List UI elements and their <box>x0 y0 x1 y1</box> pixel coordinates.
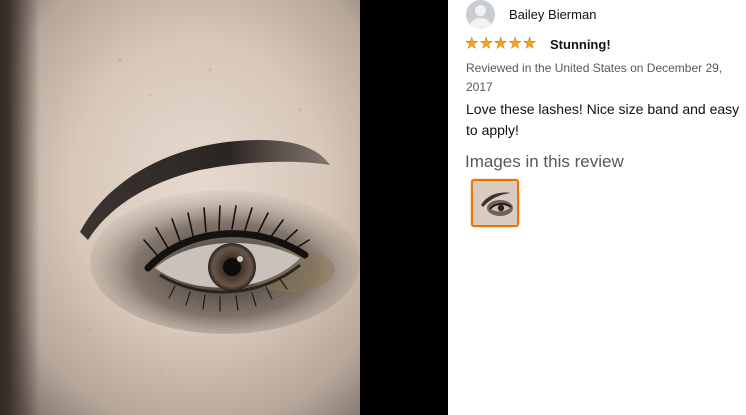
avatar-body-icon <box>470 18 491 29</box>
review-panel: Bailey Bierman ★ ★ ★ ★ ★ Stunning! Revie… <box>448 0 744 415</box>
star-icon: ★ <box>465 35 479 52</box>
review-title: Stunning! <box>550 37 611 52</box>
avatar-head-icon <box>475 5 486 16</box>
star-icon: ★ <box>479 35 493 52</box>
star-rating[interactable]: ★ ★ ★ ★ ★ <box>465 35 537 52</box>
lightbox-backdrop <box>360 0 448 415</box>
images-heading: Images in this review <box>465 152 624 171</box>
star-icon: ★ <box>522 35 537 52</box>
review-body: Love these lashes! Nice size band and ea… <box>466 101 740 138</box>
eye-illustration <box>80 58 360 372</box>
review-photo <box>0 0 360 415</box>
avatar[interactable] <box>466 0 495 29</box>
review-date: Reviewed in the United States on Decembe… <box>466 61 723 94</box>
review-image-thumbnail[interactable] <box>471 179 519 227</box>
star-icon: ★ <box>508 35 522 52</box>
reviewer-name[interactable]: Bailey Bierman <box>509 7 596 22</box>
eye-thumbnail-icon <box>473 181 517 225</box>
star-icon: ★ <box>493 35 508 52</box>
